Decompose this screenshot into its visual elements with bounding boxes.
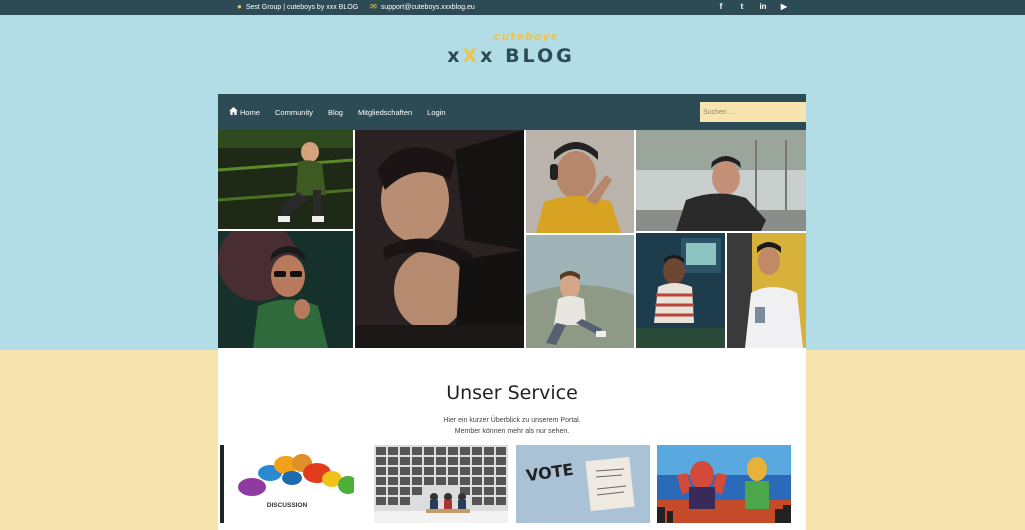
twitter-icon[interactable]: t — [737, 2, 747, 12]
site-logo[interactable]: cuteboys xXx BLOG — [430, 30, 592, 74]
main-navigation: Home Community Blog Mitgliedschaften Log… — [218, 94, 806, 130]
youtube-icon[interactable]: ▶ — [779, 2, 789, 12]
service-card-street-art[interactable] — [657, 445, 791, 523]
nav-item-community[interactable]: Community — [275, 107, 313, 117]
linkedin-icon[interactable]: in — [758, 2, 768, 12]
nav-item-blog[interactable]: Blog — [328, 107, 343, 117]
top-bar: ● Sest Group | cuteboys by xxx BLOG ✉ su… — [0, 0, 1025, 15]
description-line-2: Member können mehr als nur sehen. — [454, 428, 570, 435]
photo-two-boys-hoodies — [355, 130, 524, 348]
service-card-gallery[interactable] — [374, 445, 508, 523]
service-card-vote[interactable]: VOTE — [516, 445, 650, 523]
photo-boy-yellow-wall — [727, 233, 806, 348]
nav-item-login[interactable]: Login — [427, 107, 445, 117]
address-item: ● Sest Group | cuteboys by xxx BLOG — [237, 3, 358, 11]
contact-info: ● Sest Group | cuteboys by xxx BLOG ✉ su… — [237, 3, 475, 11]
nav-menu: Home Community Blog Mitgliedschaften Log… — [229, 107, 446, 117]
search-input[interactable] — [700, 102, 806, 122]
discussion-label: DISCUSSION — [266, 502, 308, 509]
photo-boy-stairs — [218, 130, 353, 229]
photo-collage — [218, 130, 806, 348]
email-link[interactable]: support@cuteboys.xxxblog.eu — [381, 4, 475, 11]
section-title: Unser Service — [446, 382, 578, 404]
photo-boy-headphones — [526, 130, 634, 233]
social-links: f t in ▶ — [716, 2, 789, 12]
home-icon — [229, 107, 238, 117]
email-item[interactable]: ✉ support@cuteboys.xxxblog.eu — [370, 3, 475, 11]
service-card-discussion[interactable]: DISCUSSION — [220, 445, 354, 523]
map-pin-icon: ● — [237, 2, 242, 11]
service-section: Unser Service Hier ein kurzer Überblick … — [218, 348, 806, 530]
section-description: Hier ein kurzer Überblick zu unserem Por… — [218, 415, 806, 437]
photo-boy-sofa — [526, 235, 634, 348]
address-text: Sest Group | cuteboys by xxx BLOG — [245, 3, 359, 11]
logo-subtitle: cuteboys — [493, 30, 559, 43]
facebook-icon[interactable]: f — [716, 2, 726, 12]
nav-item-home-label: Home — [240, 107, 261, 117]
nav-item-home[interactable]: Home — [229, 107, 260, 117]
photo-boy-park — [636, 130, 806, 231]
photo-boy-gaming — [636, 233, 725, 348]
description-line-1: Hier ein kurzer Überblick zu unserem Por… — [443, 417, 581, 424]
nav-item-mitgliedschaften[interactable]: Mitgliedschaften — [358, 107, 412, 117]
envelope-icon: ✉ — [370, 2, 377, 11]
photo-boy-sunglasses — [218, 231, 353, 348]
logo-title: xXx BLOG — [447, 45, 575, 67]
